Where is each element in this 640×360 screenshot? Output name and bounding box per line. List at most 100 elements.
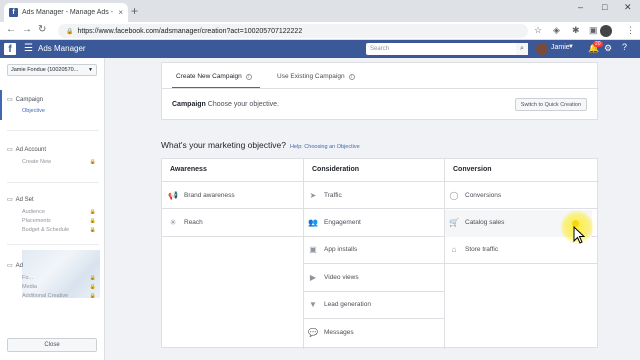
search-icon[interactable]: ⌕ xyxy=(516,43,528,55)
divider xyxy=(162,88,599,89)
campaign-row: Campaign Choose your objective. xyxy=(172,101,279,108)
user-name[interactable]: Jamie xyxy=(551,44,570,51)
divider xyxy=(444,208,597,209)
tab-close-icon[interactable]: × xyxy=(118,8,123,17)
campaign-label: Campaign xyxy=(172,101,206,108)
account-selector[interactable]: Jamie Fondue (10020570... ▼ xyxy=(7,64,97,76)
extension-icon-2[interactable]: ✱ xyxy=(572,25,580,36)
minimize-button[interactable]: – xyxy=(578,2,583,12)
forward-icon[interactable]: → xyxy=(22,24,32,35)
campaign-icon: ▭ xyxy=(7,97,13,103)
lock-icon: 🔒 xyxy=(89,227,96,233)
gear-icon[interactable]: ⚙ xyxy=(604,43,612,54)
lock-icon: 🔒 xyxy=(89,159,96,165)
extension-icon[interactable]: ◈ xyxy=(553,25,560,36)
column-divider xyxy=(444,159,445,349)
facebook-logo-icon[interactable]: f xyxy=(4,43,16,55)
switch-to-quick-creation-button[interactable]: Switch to Quick Creation xyxy=(514,98,587,111)
sidebar-section-title[interactable]: ▭ Ad Set xyxy=(7,196,34,204)
menu-dots-icon[interactable]: ⋮ xyxy=(626,25,635,36)
sidebar-item-media[interactable]: Media 🔒 xyxy=(22,284,100,290)
sidebar-item-objective[interactable]: Objective xyxy=(22,108,100,114)
help-icon[interactable]: ? xyxy=(622,42,627,52)
sidebar-item-audience[interactable]: Audience 🔒 xyxy=(22,209,100,215)
facebook-favicon-icon: f xyxy=(9,8,18,17)
ads-manager-header: f ☰ Ads Manager Search ⌕ Jamie ▼ 🔔 20 ⚙ … xyxy=(0,40,640,58)
ad-icon: ▭ xyxy=(7,263,13,269)
objective-reach[interactable]: ✳ Reach xyxy=(168,217,203,227)
browser-tabstrip: f Ads Manager - Manage Ads - Ca × + – □ … xyxy=(0,0,640,22)
extension-icon-3[interactable]: ▣ xyxy=(589,25,598,36)
objective-brand-awareness[interactable]: 📢 Brand awareness xyxy=(168,190,235,200)
chevron-down-icon: ▼ xyxy=(88,67,93,73)
address-bar[interactable]: 🔒 https://www.facebook.com/adsmanager/cr… xyxy=(58,24,528,38)
hamburger-menu-icon[interactable]: ☰ xyxy=(24,43,33,54)
active-section-indicator xyxy=(0,90,2,120)
lock-icon: 🔒 xyxy=(89,209,96,215)
tab-create-new-campaign[interactable]: Create New Campaign i xyxy=(176,73,252,80)
objective-conversions[interactable]: ◯ Conversions xyxy=(449,190,502,200)
sidebar-section-title[interactable]: ▭ Campaign xyxy=(7,96,43,104)
objective-engagement[interactable]: 👥 Engagement xyxy=(308,217,361,227)
people-icon: 👥 xyxy=(308,217,318,227)
close-window-button[interactable]: ✕ xyxy=(624,2,632,13)
map-preview-image xyxy=(22,250,100,298)
new-tab-button[interactable]: + xyxy=(131,4,138,18)
sidebar-item-additional-creative[interactable]: Additional Creative 🔒 xyxy=(22,293,100,299)
lock-icon: 🔒 xyxy=(66,28,74,35)
sidebar-item-placements[interactable]: Placements 🔒 xyxy=(22,218,100,224)
info-icon[interactable]: i xyxy=(348,73,355,80)
chevron-down-icon[interactable]: ▼ xyxy=(568,44,574,50)
objective-heading: What's your marketing objective? Help: C… xyxy=(161,140,360,150)
video-icon: ▶ xyxy=(309,272,317,282)
objective-video-views[interactable]: ▶ Video views xyxy=(308,272,359,282)
sidebar-section-title[interactable]: ▭ Ad Account xyxy=(7,146,46,154)
objective-lead-generation[interactable]: ▼ Lead generation xyxy=(308,299,371,309)
box-icon: ▣ xyxy=(309,244,317,254)
browser-tab[interactable]: f Ads Manager - Manage Ads - Ca × xyxy=(4,3,128,22)
objective-help-link[interactable]: Help: Choosing an Objective xyxy=(290,144,360,150)
back-icon[interactable]: ← xyxy=(6,24,16,35)
divider xyxy=(7,182,99,183)
profile-avatar[interactable] xyxy=(600,25,612,37)
reload-icon[interactable]: ↻ xyxy=(38,24,46,35)
close-button[interactable]: Close xyxy=(7,338,97,352)
browser-toolbar: ← → ↻ 🔒 https://www.facebook.com/adsmana… xyxy=(0,22,640,40)
info-icon[interactable]: i xyxy=(245,73,252,80)
column-header-consideration: Consideration xyxy=(312,166,360,173)
lock-icon: 🔒 xyxy=(89,293,96,299)
url-text: https://www.facebook.com/adsmanager/crea… xyxy=(77,27,303,35)
account-icon: ▭ xyxy=(7,147,13,153)
sidebar-item-create-new[interactable]: Create New 🔒 xyxy=(22,159,100,165)
sidebar-item-budget-schedule[interactable]: Budget & Schedule 🔒 xyxy=(22,227,100,233)
objective-app-installs[interactable]: ▣ App installs xyxy=(308,244,357,254)
globe-icon: ◯ xyxy=(449,190,459,200)
sidebar-item-format[interactable]: Fo... 🔒 xyxy=(22,275,100,281)
mouse-pointer-icon xyxy=(573,226,585,244)
asterisk-icon: ✳ xyxy=(169,217,177,227)
user-avatar[interactable] xyxy=(536,43,548,55)
sidebar-section-title[interactable]: ▭ Ad xyxy=(7,262,23,270)
objective-catalog-sales[interactable]: 🛒 Catalog sales xyxy=(449,217,504,227)
notification-badge: 20 xyxy=(593,41,603,47)
divider xyxy=(7,244,99,245)
objective-traffic[interactable]: ➤ Traffic xyxy=(308,190,342,200)
divider xyxy=(7,130,99,131)
column-header-awareness: Awareness xyxy=(170,166,207,173)
divider xyxy=(162,208,303,209)
divider xyxy=(162,236,303,237)
app-title[interactable]: Ads Manager xyxy=(38,44,86,53)
maximize-button[interactable]: □ xyxy=(602,2,607,12)
cursor-icon: ➤ xyxy=(309,190,317,200)
objective-messages[interactable]: 💬 Messages xyxy=(308,327,354,337)
bookmark-star-icon[interactable]: ☆ xyxy=(534,25,542,36)
search-placeholder: Search xyxy=(370,46,390,52)
objective-store-traffic[interactable]: ⌂ Store traffic xyxy=(449,244,499,254)
megaphone-icon: 📢 xyxy=(168,190,178,200)
tab-title: Ads Manager - Manage Ads - Ca xyxy=(22,9,115,16)
ad-set-icon: ▭ xyxy=(7,197,13,203)
divider xyxy=(444,263,597,264)
search-input[interactable]: Search ⌕ xyxy=(366,43,528,55)
tab-use-existing-campaign[interactable]: Use Existing Campaign i xyxy=(277,73,355,80)
lock-icon: 🔒 xyxy=(89,218,96,224)
